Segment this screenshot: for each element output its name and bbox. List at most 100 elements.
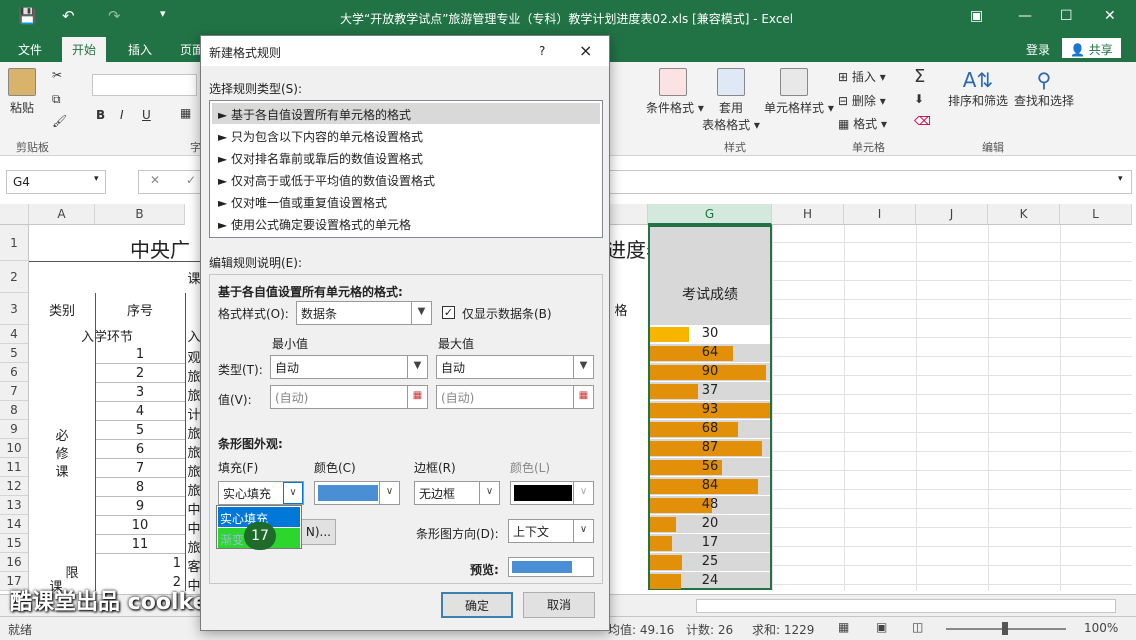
font-name-input[interactable] xyxy=(92,74,197,96)
col-header-j[interactable]: J xyxy=(916,204,988,225)
bold-icon[interactable]: B xyxy=(96,108,105,122)
copy-icon[interactable]: ⧉ xyxy=(52,92,61,107)
row-header[interactable]: 13 xyxy=(0,496,29,515)
ribbon-options-icon[interactable]: ▣ xyxy=(970,8,983,24)
tab-file[interactable]: 文件 xyxy=(18,41,42,58)
row-header[interactable]: 9 xyxy=(0,420,29,439)
row-header[interactable]: 15 xyxy=(0,534,29,553)
row-header[interactable]: 2 xyxy=(0,261,29,293)
italic-icon[interactable]: I xyxy=(120,108,124,122)
fill-select[interactable]: 实心填充 ∨ xyxy=(218,481,304,505)
undo-icon[interactable]: ↶ xyxy=(62,7,75,25)
col-header-g[interactable]: G xyxy=(648,204,772,225)
cancel-button[interactable]: 取消 xyxy=(523,592,595,618)
min-value-input[interactable]: (自动) ▦ xyxy=(270,385,428,409)
find-select-button[interactable]: ⚲ 查找和选择 xyxy=(1012,68,1076,109)
row-header[interactable]: 3 xyxy=(0,293,29,325)
score-cell[interactable]: 84 xyxy=(650,477,770,496)
format-painter-icon[interactable]: 🖌 xyxy=(52,114,67,128)
clear-icon[interactable]: ⌫ xyxy=(914,114,931,128)
horizontal-scrollbar[interactable] xyxy=(696,599,1116,613)
bar-color-select[interactable]: ∨ xyxy=(314,481,400,505)
maximize-icon[interactable]: ☐ xyxy=(1060,8,1073,24)
col-header-h[interactable]: H xyxy=(772,204,844,225)
rule-item-all-values[interactable]: ► 基于各自值设置所有单元格的格式 xyxy=(212,103,600,124)
dialog-close-button[interactable]: × xyxy=(579,41,592,60)
save-icon[interactable]: 💾 xyxy=(18,7,37,25)
name-box[interactable]: G4 xyxy=(6,170,106,194)
row-header[interactable]: 5 xyxy=(0,344,29,363)
tab-home[interactable]: 开始 xyxy=(62,37,107,62)
row-header[interactable]: 7 xyxy=(0,382,29,401)
rule-item-formula[interactable]: ► 使用公式确定要设置格式的单元格 xyxy=(212,213,600,234)
rule-type-list[interactable]: ► 基于各自值设置所有单元格的格式 ► 只为包含以下内容的单元格设置格式 ► 仅… xyxy=(209,100,603,238)
cut-icon[interactable]: ✂ xyxy=(52,68,62,82)
row-header[interactable]: 11 xyxy=(0,458,29,477)
cell-styles-button[interactable]: 单元格样式 ▾ xyxy=(764,68,834,116)
row-header[interactable]: 10 xyxy=(0,439,29,458)
score-cell[interactable]: 25 xyxy=(650,553,770,572)
redo-icon[interactable]: ↷ xyxy=(108,7,121,25)
delete-cells-button[interactable]: ⊟ 删除 ▾ xyxy=(838,92,886,109)
col-header-b[interactable]: B xyxy=(95,204,185,225)
underline-icon[interactable]: U xyxy=(142,108,151,122)
score-cell[interactable]: 17 xyxy=(650,534,770,553)
zoom-level[interactable]: 100% xyxy=(1084,621,1118,635)
score-cell[interactable]: 87 xyxy=(650,439,770,458)
border-select[interactable]: 无边框 ∨ xyxy=(414,481,500,505)
score-cell[interactable]: 90 xyxy=(650,363,770,382)
tab-insert[interactable]: 插入 xyxy=(128,41,152,58)
score-cell[interactable]: 30 xyxy=(650,325,770,344)
help-button[interactable]: ? xyxy=(539,44,545,58)
customize-icon[interactable]: ▾ xyxy=(160,7,166,20)
fill-down-icon[interactable]: ⬇ xyxy=(914,92,924,106)
score-cell[interactable]: 48 xyxy=(650,496,770,515)
score-cell[interactable]: 93 xyxy=(650,401,770,420)
score-cell[interactable]: 68 xyxy=(650,420,770,439)
row-header[interactable]: 8 xyxy=(0,401,29,420)
col-header-f[interactable] xyxy=(610,204,648,225)
max-value-input[interactable]: (自动) ▦ xyxy=(436,385,594,409)
login-link[interactable]: 登录 xyxy=(1026,41,1050,58)
show-bar-only-checkbox[interactable]: ✓ xyxy=(442,306,455,319)
range-picker-icon[interactable]: ▦ xyxy=(407,386,427,408)
expand-formula-icon[interactable]: ▾ xyxy=(1118,174,1123,184)
close-window-icon[interactable]: ✕ xyxy=(1104,8,1116,24)
rule-item-unique[interactable]: ► 仅对唯一值或重复值设置格式 xyxy=(212,191,600,212)
min-type-select[interactable]: 自动 ▼ xyxy=(270,355,428,379)
col-header-l[interactable]: L xyxy=(1060,204,1132,225)
conditional-format-button[interactable]: 条件格式 ▾ xyxy=(646,68,704,116)
row-header[interactable]: 6 xyxy=(0,363,29,382)
page-break-icon[interactable]: ◫ xyxy=(912,620,923,634)
score-cell[interactable]: 24 xyxy=(650,572,770,591)
sum-icon[interactable]: Σ xyxy=(914,66,925,87)
row-header[interactable]: 16 xyxy=(0,553,29,572)
row-header[interactable]: 1 xyxy=(0,225,29,261)
score-cell[interactable]: 37 xyxy=(650,382,770,401)
format-cells-button[interactable]: ▦ 格式 ▾ xyxy=(838,115,887,132)
col-header-i[interactable]: I xyxy=(844,204,916,225)
page-layout-icon[interactable]: ▣ xyxy=(876,620,887,634)
score-cell[interactable]: 56 xyxy=(650,458,770,477)
format-style-select[interactable]: 数据条 ▼ xyxy=(296,301,432,325)
rule-item-top-bottom[interactable]: ► 仅对排名靠前或靠后的数值设置格式 xyxy=(212,147,600,168)
direction-select[interactable]: 上下文 ∨ xyxy=(508,519,594,543)
col-header-a[interactable]: A xyxy=(29,204,95,225)
sort-filter-button[interactable]: A⇅ 排序和筛选 xyxy=(946,68,1010,109)
paste-button[interactable]: 粘贴 xyxy=(8,68,36,116)
insert-cells-button[interactable]: ⊞ 插入 ▾ xyxy=(838,68,886,85)
select-all-corner[interactable] xyxy=(0,204,29,225)
border-color-select[interactable]: ∨ xyxy=(510,481,594,505)
col-header-k[interactable]: K xyxy=(988,204,1060,225)
row-header[interactable]: 12 xyxy=(0,477,29,496)
row-header[interactable]: 4 xyxy=(0,325,29,344)
zoom-slider-thumb[interactable] xyxy=(1002,622,1008,635)
score-cell[interactable]: 64 xyxy=(650,344,770,363)
namebox-dropdown-icon[interactable]: ▾ xyxy=(94,174,99,184)
row-header[interactable]: 14 xyxy=(0,515,29,534)
rule-item-average[interactable]: ► 仅对高于或低于平均值的数值设置格式 xyxy=(212,169,600,190)
share-button[interactable]: 👤 共享 xyxy=(1062,38,1121,58)
rule-item-contains[interactable]: ► 只为包含以下内容的单元格设置格式 xyxy=(212,125,600,146)
max-type-select[interactable]: 自动 ▼ xyxy=(436,355,594,379)
format-as-table-button[interactable]: 套用 表格格式 ▾ xyxy=(700,68,762,133)
